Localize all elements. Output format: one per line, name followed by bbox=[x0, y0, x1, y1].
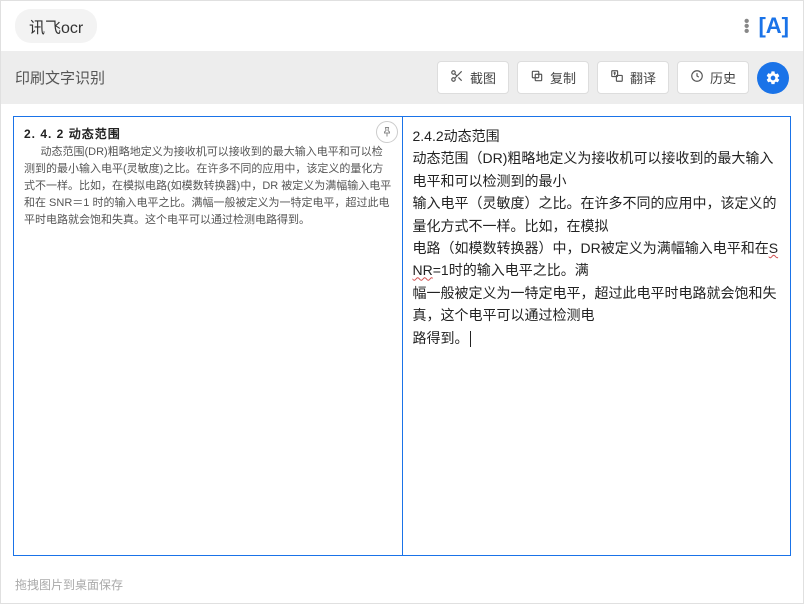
source-image-panel[interactable]: 2. 4. 2 动态范围 动态范围(DR)粗略地定义为接收机可以接收到的最大输入… bbox=[13, 116, 403, 556]
copy-label: 复制 bbox=[550, 68, 576, 87]
history-label: 历史 bbox=[710, 68, 736, 87]
copy-icon bbox=[530, 69, 544, 86]
source-heading: 2. 4. 2 动态范围 bbox=[24, 125, 392, 142]
more-icon[interactable]: ••• bbox=[744, 19, 749, 34]
logo-a-icon: [A] bbox=[758, 13, 789, 39]
translate-button[interactable]: 翻译 bbox=[597, 61, 669, 94]
screenshot-label: 截图 bbox=[470, 68, 496, 87]
copy-button[interactable]: 复制 bbox=[517, 61, 589, 94]
screenshot-button[interactable]: 截图 bbox=[437, 61, 509, 94]
header-right: ••• [A] bbox=[744, 13, 789, 39]
gear-icon bbox=[765, 70, 781, 86]
settings-button[interactable] bbox=[757, 62, 789, 94]
pin-icon[interactable] bbox=[376, 121, 398, 143]
toolbar: 印刷文字识别 截图 复制 翻译 历史 bbox=[1, 51, 803, 104]
history-icon bbox=[690, 69, 704, 86]
scissors-icon bbox=[450, 69, 464, 86]
page-title: 印刷文字识别 bbox=[15, 67, 105, 88]
toolbar-buttons: 截图 复制 翻译 历史 bbox=[437, 61, 789, 94]
translate-label: 翻译 bbox=[630, 68, 656, 87]
result-text-panel[interactable]: 2.4.2动态范围 动态范围（DR)粗略地定义为接收机可以接收到的最大输入电平和… bbox=[403, 116, 792, 556]
translate-icon bbox=[610, 69, 624, 86]
text-cursor bbox=[470, 331, 471, 347]
source-body: 动态范围(DR)粗略地定义为接收机可以接收到的最大输入电平和可以检测到的最小输入… bbox=[24, 144, 392, 229]
app-title: 讯飞ocr bbox=[15, 9, 97, 43]
footer-hint: 拖拽图片到桌面保存 bbox=[1, 568, 803, 603]
result-text[interactable]: 2.4.2动态范围 动态范围（DR)粗略地定义为接收机可以接收到的最大输入电平和… bbox=[413, 125, 781, 349]
header-bar: 讯飞ocr ••• [A] bbox=[1, 1, 803, 51]
content-area: 2. 4. 2 动态范围 动态范围(DR)粗略地定义为接收机可以接收到的最大输入… bbox=[1, 104, 803, 568]
history-button[interactable]: 历史 bbox=[677, 61, 749, 94]
